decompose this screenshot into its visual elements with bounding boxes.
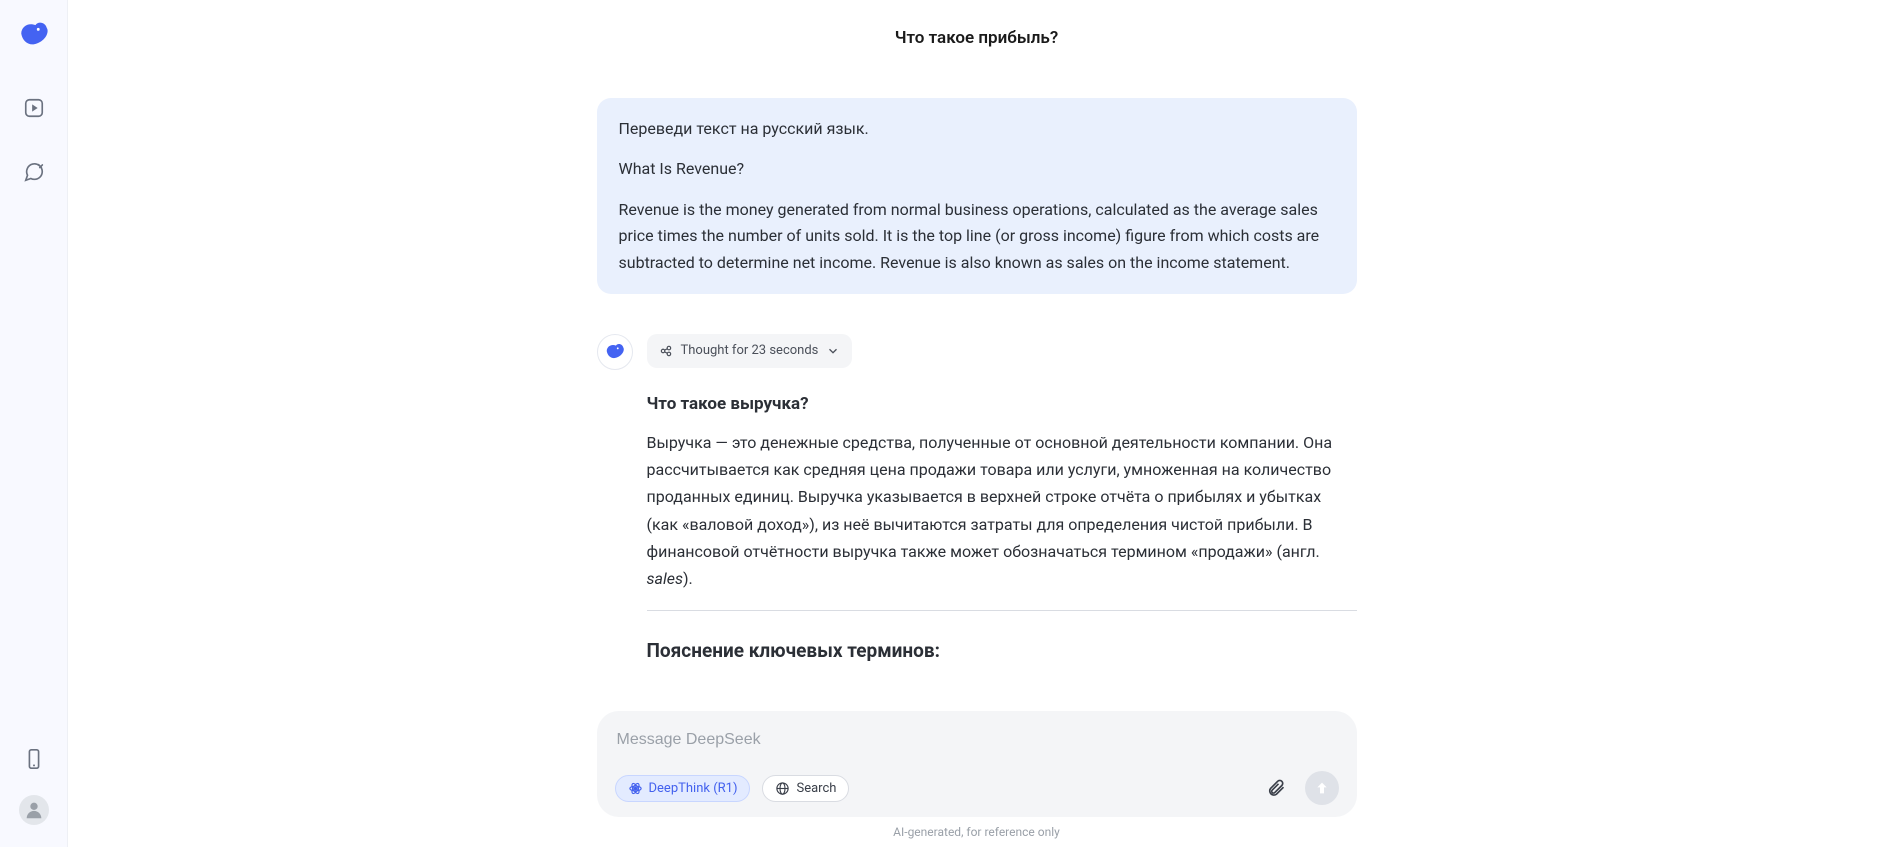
footnote: AI-generated, for reference only bbox=[893, 825, 1060, 839]
new-chat-icon[interactable] bbox=[22, 160, 46, 184]
chevron-down-icon bbox=[826, 344, 840, 358]
composer-area: DeepThink (R1) Search AI-generated, for bbox=[68, 711, 1885, 847]
sidebar bbox=[0, 0, 68, 847]
user-line-1: Переведи текст на русский язык. bbox=[619, 116, 1335, 142]
main-panel: Что такое прибыль? Переведи текст на рус… bbox=[68, 0, 1885, 847]
assistant-body: Выручка — это денежные средства, получен… bbox=[647, 429, 1357, 592]
page-title: Что такое прибыль? bbox=[895, 0, 1058, 68]
thought-label: Thought for 23 seconds bbox=[681, 340, 819, 362]
user-line-2: What Is Revenue? bbox=[619, 156, 1335, 182]
atom-icon bbox=[628, 781, 643, 796]
assistant-subheading: Пояснение ключевых терминов: bbox=[647, 635, 1357, 667]
attach-button[interactable] bbox=[1259, 771, 1293, 805]
thought-chip[interactable]: Thought for 23 seconds bbox=[647, 334, 853, 368]
message-input[interactable] bbox=[615, 727, 1339, 771]
deepthink-chip[interactable]: DeepThink (R1) bbox=[615, 775, 751, 802]
assistant-avatar-icon bbox=[597, 334, 633, 370]
composer: DeepThink (R1) Search bbox=[597, 711, 1357, 817]
search-label: Search bbox=[796, 781, 836, 796]
mobile-icon[interactable] bbox=[22, 747, 46, 771]
arrow-up-icon bbox=[1314, 780, 1330, 796]
user-line-3: Revenue is the money generated from norm… bbox=[619, 197, 1335, 276]
globe-icon bbox=[775, 781, 790, 796]
app-logo-icon[interactable] bbox=[17, 18, 51, 56]
assistant-heading: Что такое выручка? bbox=[647, 390, 1357, 419]
send-button[interactable] bbox=[1305, 771, 1339, 805]
user-message: Переведи текст на русский язык. What Is … bbox=[597, 98, 1357, 294]
divider bbox=[647, 610, 1357, 611]
user-avatar-icon[interactable] bbox=[19, 795, 49, 825]
search-chip[interactable]: Search bbox=[762, 775, 849, 802]
paperclip-icon bbox=[1266, 778, 1286, 798]
deepthink-label: DeepThink (R1) bbox=[649, 781, 738, 796]
play-icon[interactable] bbox=[22, 96, 46, 120]
assistant-message: Thought for 23 seconds Что такое выручка… bbox=[597, 334, 1357, 667]
thought-icon bbox=[659, 344, 673, 358]
